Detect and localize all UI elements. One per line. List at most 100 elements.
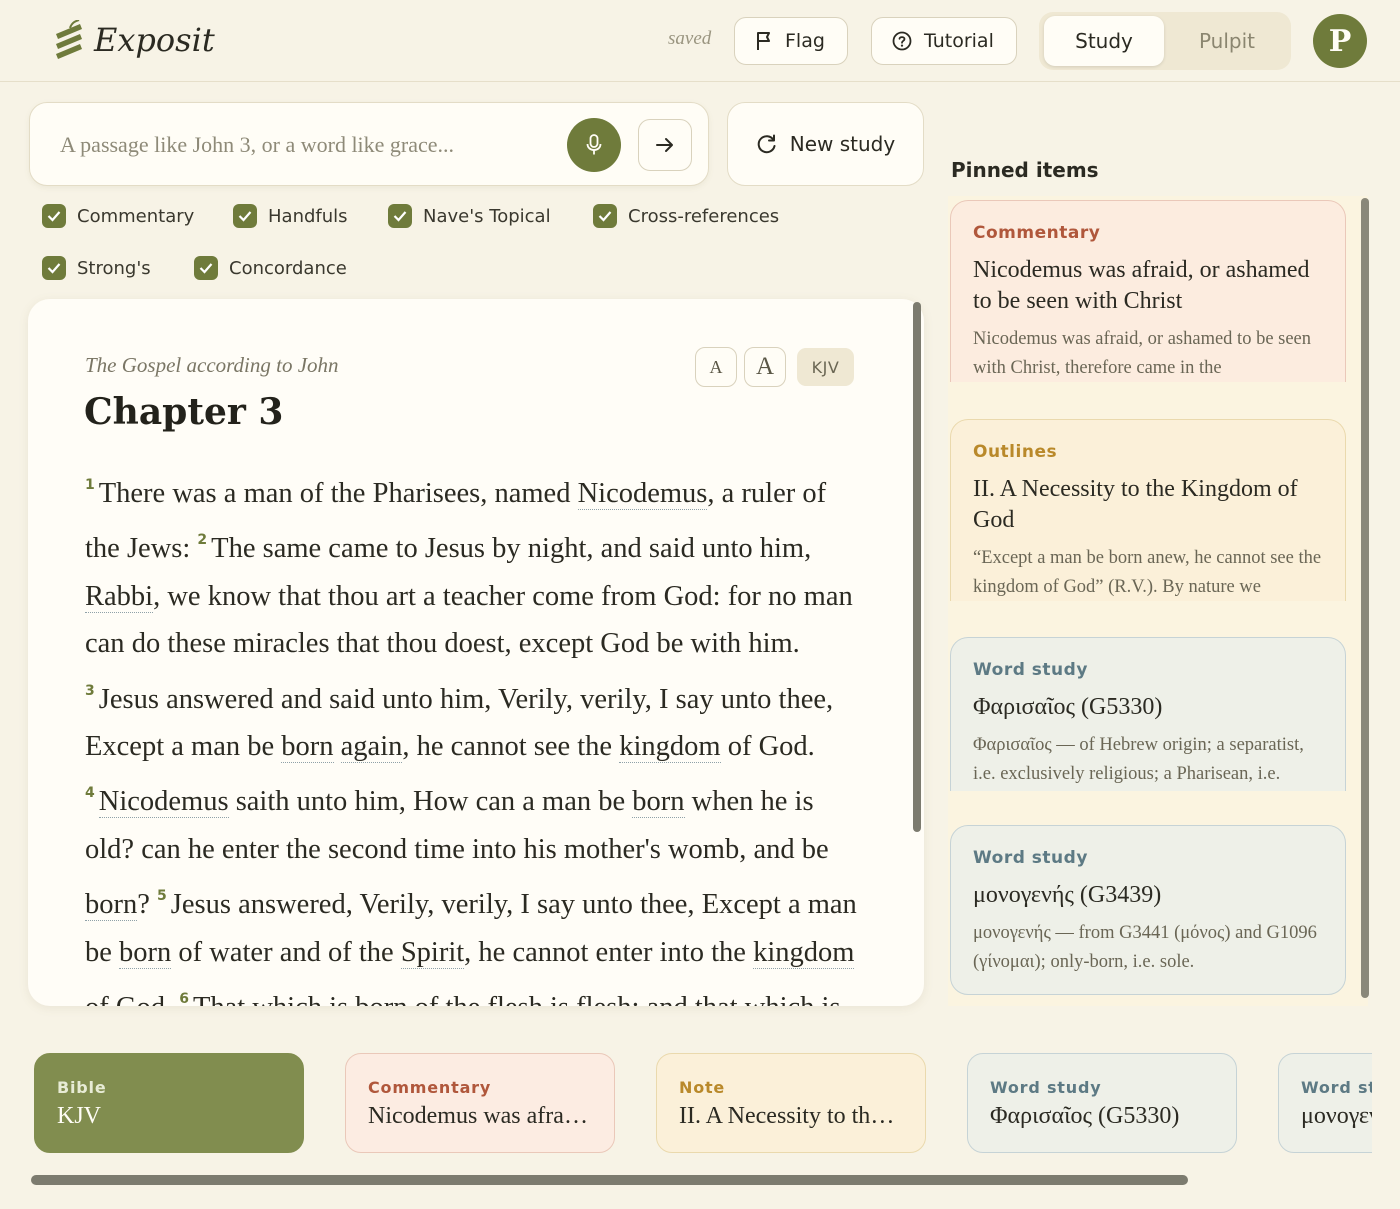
arrow-right-icon — [656, 138, 673, 152]
linked-word[interactable]: again — [340, 731, 403, 764]
linked-word[interactable]: Rabbi — [85, 580, 154, 613]
tray-scrollbar[interactable] — [31, 1175, 1188, 1185]
verse-text: That which is born of the flesh is flesh… — [85, 992, 841, 1006]
tray-chip-commentary[interactable]: Commentary Nicodemus was afraid... — [345, 1053, 615, 1153]
filter-cross-references[interactable]: Cross-references — [593, 204, 779, 228]
verse-number[interactable]: 3 — [85, 683, 95, 699]
flag-label: Flag — [785, 30, 825, 52]
pinned-card-word-study[interactable]: Word study Φαρισαῖος (G5330) Φαρισαῖος —… — [950, 637, 1346, 791]
verse-number[interactable]: 1 — [85, 477, 95, 493]
scripture-reader: The Gospel according to John Chapter 3 A… — [28, 299, 924, 1006]
linked-word[interactable]: born — [85, 889, 138, 922]
card-excerpt: Φαρισαῖος — of Hebrew origin; a separati… — [973, 735, 1304, 784]
tutorial-button[interactable]: Tutorial — [871, 17, 1017, 65]
leaf-logo-icon — [56, 20, 82, 59]
font-decrease-button[interactable]: A — [695, 347, 737, 387]
save-status: saved — [668, 28, 712, 49]
book-title: The Gospel according to John — [85, 353, 339, 377]
flag-button[interactable]: Flag — [734, 17, 848, 65]
card-excerpt: μονογενής — from G3441 (μόνος) and G1096… — [973, 923, 1317, 972]
linked-word[interactable]: kingdom — [619, 731, 721, 764]
translation-badge[interactable]: KJV — [797, 348, 854, 386]
chip-title: μονογενής — [1301, 1103, 1372, 1129]
tray-chip-word-study[interactable]: Word st μονογενής — [1278, 1053, 1372, 1153]
app-logo[interactable]: Exposit — [52, 20, 215, 60]
card-label: Word study — [973, 660, 1088, 680]
study-tray: Bible KJV Commentary Nicodemus was afrai… — [30, 1041, 1372, 1166]
tray-chip-note[interactable]: Note II. A Necessity to the Ki... — [656, 1053, 926, 1153]
tutorial-label: Tutorial — [924, 30, 994, 52]
verse-number[interactable]: 2 — [197, 532, 207, 548]
card-label: Outlines — [973, 442, 1058, 462]
card-title: μονογενής (G3439) — [973, 882, 1162, 908]
mode-pulpit-button[interactable]: Pulpit — [1167, 16, 1287, 66]
chip-title: Nicodemus was afraid... — [368, 1103, 592, 1129]
chip-label: Word st — [1301, 1078, 1372, 1097]
tray-chip-word-study[interactable]: Word study Φαρισαῖος (G5330) — [967, 1053, 1237, 1153]
verse-number[interactable]: 6 — [179, 991, 189, 1006]
checkbox-checked-icon[interactable] — [388, 204, 412, 228]
verse-text: Jesus answered, Verily, verily, I say un… — [85, 889, 857, 1006]
card-label: Word study — [973, 848, 1088, 868]
filter-label: Strong's — [77, 257, 151, 279]
voice-search-button[interactable] — [567, 118, 621, 172]
reader-scrollbar[interactable] — [913, 302, 921, 832]
font-increase-button[interactable]: A — [744, 347, 786, 387]
filter-label: Commentary — [77, 205, 195, 227]
card-label: Commentary — [973, 223, 1101, 243]
card-excerpt: “Except a man be born anew, he cannot se… — [973, 548, 1322, 597]
verse-text: The same came to Jesus by night, and sai… — [85, 533, 853, 660]
pinned-items-list: Commentary Nicodemus was afraid, or asha… — [948, 196, 1368, 1006]
card-excerpt: Nicodemus was afraid, or ashamed to be s… — [973, 329, 1312, 378]
tray-chip-bible[interactable]: Bible KJV — [34, 1053, 304, 1153]
linked-word[interactable]: Nicodemus — [98, 786, 229, 819]
chip-title: Φαρισαῖος (G5330) — [990, 1103, 1180, 1129]
chip-title: II. A Necessity to the Ki... — [679, 1103, 903, 1129]
filter-label: Handfuls — [268, 205, 348, 227]
pinned-items-heading: Pinned items — [951, 158, 1099, 182]
new-study-label: New study — [789, 132, 896, 156]
checkbox-checked-icon[interactable] — [42, 256, 66, 280]
new-study-button[interactable]: New study — [727, 102, 924, 186]
chapter-text: 1 There was a man of the Pharisees, named… — [85, 462, 865, 1006]
chip-label: Bible — [57, 1078, 107, 1097]
mode-study-button[interactable]: Study — [1044, 16, 1164, 66]
linked-word[interactable]: kingdom — [753, 936, 855, 969]
verse-number[interactable]: 4 — [85, 785, 95, 801]
filter-commentary[interactable]: Commentary — [42, 204, 194, 228]
linked-word[interactable]: Spirit — [400, 936, 465, 969]
flag-icon — [757, 32, 770, 50]
checkbox-checked-icon[interactable] — [42, 204, 66, 228]
refresh-icon — [757, 134, 776, 154]
linked-word[interactable]: born — [119, 936, 172, 969]
pinned-card-commentary[interactable]: Commentary Nicodemus was afraid, or asha… — [950, 200, 1346, 382]
linked-word[interactable]: born — [281, 731, 334, 764]
filter-label: Concordance — [229, 257, 347, 279]
filter-concordance[interactable]: Concordance — [194, 256, 347, 280]
filter-label: Cross-references — [628, 205, 780, 227]
card-title: Φαρισαῖος (G5330) — [973, 694, 1163, 720]
linked-word[interactable]: Nicodemus — [577, 478, 708, 510]
user-avatar[interactable]: P — [1313, 14, 1367, 68]
linked-word[interactable]: born — [355, 992, 408, 1006]
pinned-card-word-study[interactable]: Word study μονογενής (G3439) μονογενής —… — [950, 825, 1346, 995]
checkbox-checked-icon[interactable] — [194, 256, 218, 280]
search-input[interactable] — [60, 127, 560, 163]
app-header: Exposit saved Flag Tutorial Study Pulpit… — [0, 0, 1400, 82]
chapter-title: Chapter 3 — [84, 391, 284, 433]
checkbox-checked-icon[interactable] — [593, 204, 617, 228]
linked-word[interactable]: born — [632, 786, 685, 819]
filter-strongs[interactable]: Strong's — [42, 256, 151, 280]
chip-label: Note — [679, 1078, 726, 1097]
pinned-card-outlines[interactable]: Outlines II. A Necessity to the Kingdom … — [950, 419, 1346, 601]
help-circle-icon — [892, 31, 912, 51]
search-bar — [29, 102, 709, 186]
verse-number[interactable]: 5 — [157, 888, 167, 904]
filter-naves-topical[interactable]: Nave's Topical — [388, 204, 551, 228]
filter-label: Nave's Topical — [423, 205, 551, 227]
search-submit-button[interactable] — [638, 119, 692, 171]
filter-handfuls[interactable]: Handfuls — [233, 204, 348, 228]
pinned-scrollbar[interactable] — [1361, 198, 1369, 998]
app-name: Exposit — [94, 21, 215, 59]
checkbox-checked-icon[interactable] — [233, 204, 257, 228]
